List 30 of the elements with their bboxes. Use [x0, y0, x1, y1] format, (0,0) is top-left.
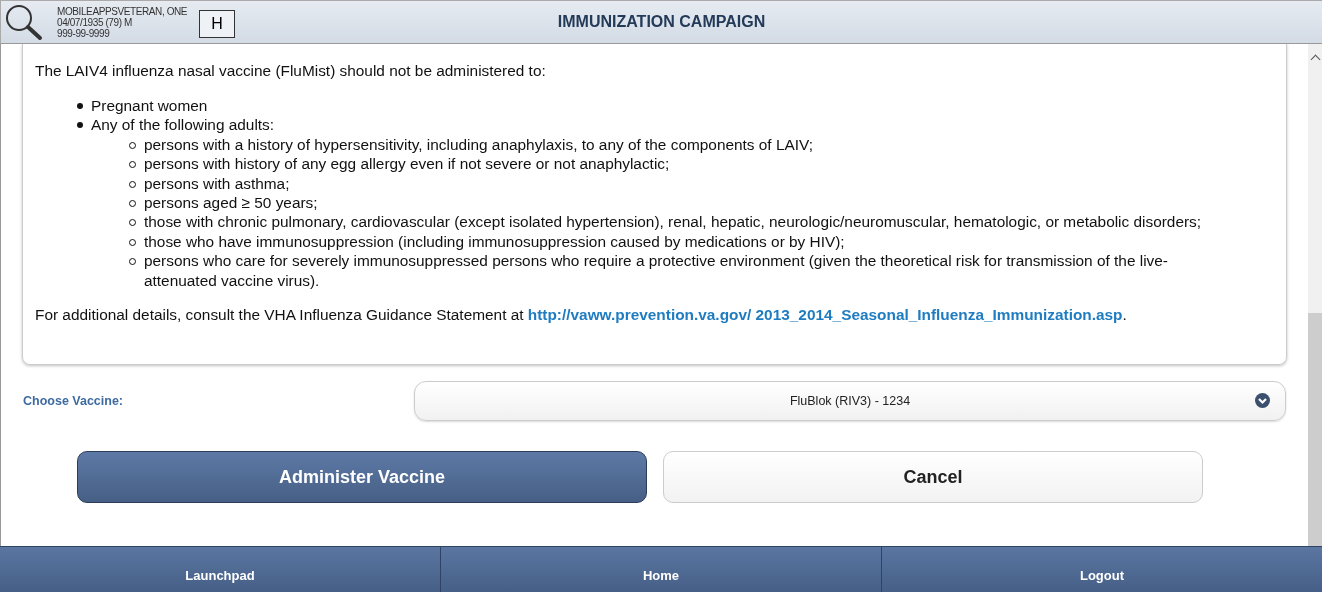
cancel-button[interactable]: Cancel: [663, 451, 1203, 503]
list-item-text: persons with asthma;: [144, 173, 290, 194]
administer-button[interactable]: Administer Vaccine: [77, 451, 647, 503]
vaccine-dropdown[interactable]: FluBlok (RIV3) - 1234: [414, 381, 1286, 421]
list-item-text: persons with a history of hypersensitivity, including anaphylaxis, to any of the components of LAIV;: [144, 134, 813, 155]
list-item-text: those who have immunosuppression (including immunosuppression caused by medications or by HIV);: [144, 231, 845, 252]
patient-ssn: 999-99-9999: [57, 27, 110, 39]
list-item-text: Any of the following adults:: [91, 115, 275, 135]
search-button[interactable]: [3, 2, 45, 42]
record-flag-button[interactable]: H: [199, 10, 236, 38]
bullet-icon: [77, 103, 83, 109]
list-item-text: Pregnant women: [91, 96, 208, 116]
nav-tab[interactable]: Home: [441, 547, 882, 592]
nav-tab[interactable]: Launchpad: [0, 547, 441, 592]
patient-details: 04/07/1935 (79) M: [57, 16, 132, 28]
chevron-down-icon: [1255, 393, 1270, 408]
page-title: IMMUNIZATION CAMPAIGN: [557, 13, 766, 31]
scrollbar[interactable]: [1308, 44, 1322, 546]
bullet-icon: [77, 122, 83, 129]
list-item-text: those with chronic pulmonary, cardiovascular (except isolated hypertension), renal, hepatic, neurologic/neuromuscular, hematologic, or metabolic disorders;: [144, 212, 1202, 232]
nav-tab[interactable]: Logout: [882, 547, 1322, 592]
field-label: Choose Vaccine:: [23, 394, 125, 408]
patient-name: MOBILEAPPSVETERAN, ONE: [57, 5, 188, 17]
list-item-text: persons who care for severely immunosuppressed persons who require a protective environment (given the theoretical risk for transmission of the live-attenuated vaccine virus).: [144, 251, 1169, 291]
notice-text: The LAIV4 influenza nasal vaccine (FluMist) should not be administered to:: [35, 61, 547, 80]
list-item-text: persons aged ≥ 50 years;: [144, 193, 318, 213]
guidance-link[interactable]: http://vaww.prevention.va.gov/ 2013_2014_Seasonal_Influenza_Immunization.asp: [527, 306, 1123, 324]
notice-text: For additional details, consult the VHA Influenza Guidance Statement at http://vaww.prevention.va.gov/ 2013_2014_Seasonal_Influenza_Immunization.asp.: [35, 305, 1128, 325]
scrollbar-thumb[interactable]: [1308, 313, 1322, 546]
list-item-text: persons with history of any egg allergy even if not severe or not anaphylactic;: [144, 154, 670, 174]
